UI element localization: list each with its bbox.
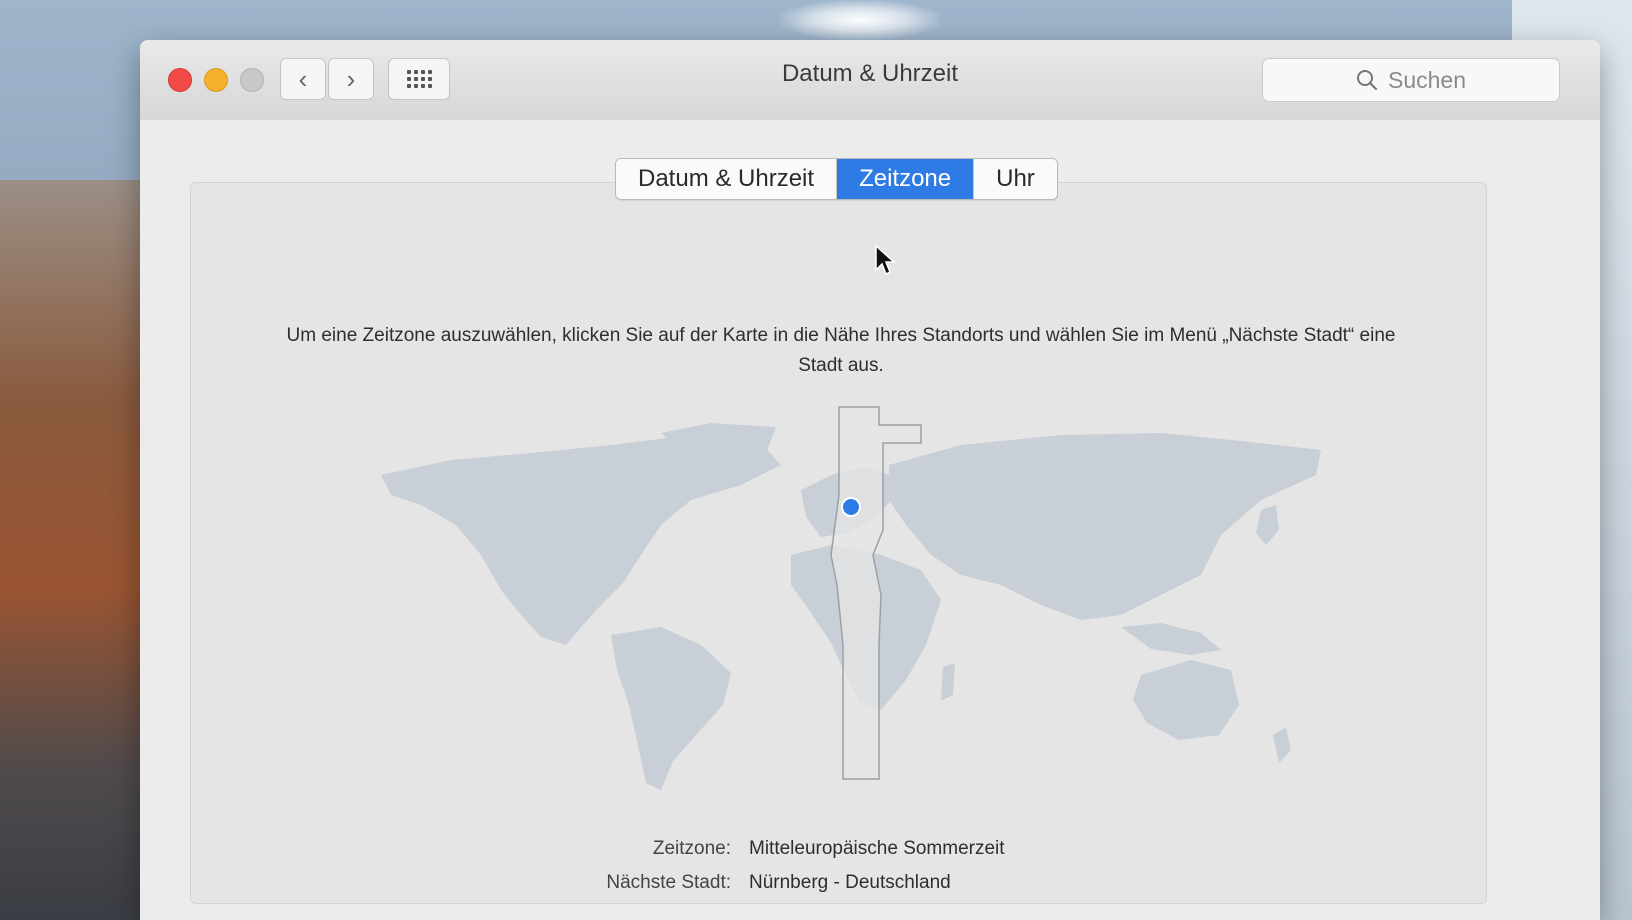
search-field[interactable]: Suchen [1262, 58, 1560, 102]
tab-zeitzone[interactable]: Zeitzone [837, 159, 975, 199]
continent-asia [889, 433, 1321, 620]
location-pin-icon [841, 497, 861, 517]
timezone-value: Mitteleuropäische Sommerzeit [749, 838, 1005, 859]
island-new-zealand [1273, 727, 1291, 763]
tab-bar: Datum & Uhrzeit Zeitzone Uhr [615, 158, 1058, 200]
content-area: Um eine Zeitzone auszuwählen, klicken Si… [140, 120, 1600, 920]
continent-north-america [381, 435, 781, 645]
nearest-city-value[interactable]: Nürnberg - Deutschland [749, 872, 951, 894]
tab-datum-uhrzeit[interactable]: Datum & Uhrzeit [616, 159, 838, 199]
timezone-panel: Um eine Zeitzone auszuwählen, klicken Si… [190, 182, 1487, 904]
nearest-city-label: Nächste Stadt: [606, 872, 731, 893]
island-madagascar [941, 663, 955, 701]
search-placeholder: Suchen [1387, 66, 1466, 93]
search-icon [1356, 70, 1378, 91]
islands-japan [1256, 505, 1279, 545]
cursor-icon [875, 244, 896, 276]
tab-uhr[interactable]: Uhr [974, 159, 1057, 199]
timezone-info: Zeitzone: Mitteleuropäische Sommerzeit N… [471, 838, 1005, 906]
world-map[interactable] [361, 405, 1391, 805]
titlebar: ‹ › Datum & Uhrzeit Suchen [140, 40, 1600, 121]
continent-south-america [611, 627, 731, 790]
timezone-row: Zeitzone: Mitteleuropäische Sommerzeit [471, 838, 1005, 860]
instruction-text: Um eine Zeitzone auszuwählen, klicken Si… [286, 325, 1396, 376]
system-preferences-window: ‹ › Datum & Uhrzeit Suchen Um eine Zeitz… [140, 40, 1600, 920]
timezone-label: Zeitzone: [652, 838, 731, 859]
continent-australia [1133, 660, 1239, 740]
islands-southeast-asia [1121, 623, 1221, 655]
nearest-city-row: Nächste Stadt: Nürnberg - Deutschland [471, 872, 1005, 894]
screen-glare [780, 0, 940, 40]
